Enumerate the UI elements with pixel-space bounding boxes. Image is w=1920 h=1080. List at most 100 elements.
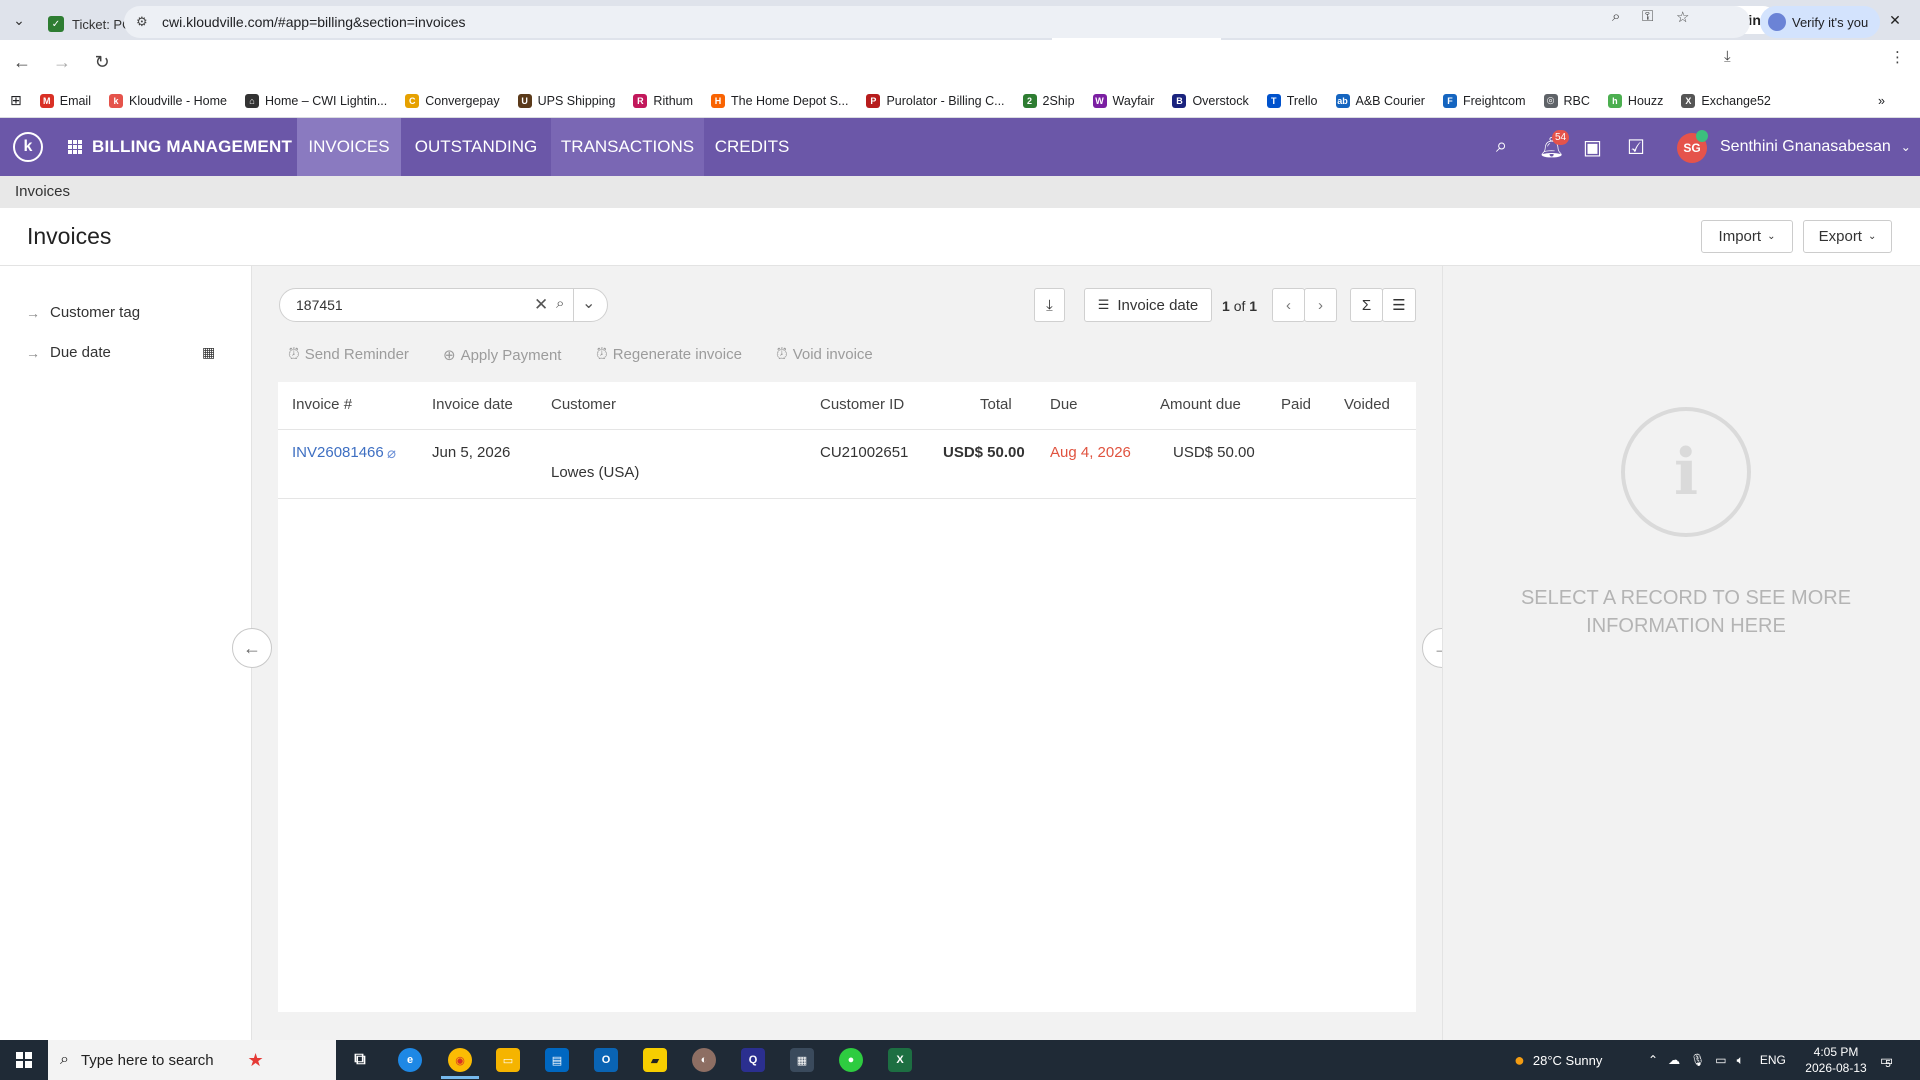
nav-transactions[interactable]: TRANSACTIONS [551, 118, 704, 176]
column-header-amount-due[interactable]: Amount due [1160, 396, 1241, 413]
weather-widget[interactable]: ● 28°C Sunny [1514, 1040, 1602, 1080]
app-switcher[interactable]: BILLING MANAGEMENT [68, 118, 292, 176]
tab-search-chevron-icon[interactable]: ⌄ [0, 0, 38, 40]
password-key-icon[interactable]: ⚿ [1642, 8, 1653, 25]
bookmark-favicon-icon: B [1172, 93, 1187, 108]
bookmark-item[interactable]: W Wayfair [1092, 93, 1154, 108]
next-page-button[interactable]: › [1304, 288, 1337, 322]
chat-icon[interactable]: ● [839, 1048, 863, 1072]
import-button[interactable]: Import ⌄ [1701, 220, 1793, 253]
column-header-due[interactable]: Due [1050, 396, 1078, 413]
column-header-invoice[interactable]: Invoice # [292, 396, 352, 413]
calendar-clock-icon[interactable]: ▣ [1583, 135, 1602, 160]
void-invoice-button[interactable]: ⏰︎ Void invoice [776, 346, 873, 363]
attachment-icon[interactable]: ⌀ [387, 444, 396, 462]
excel-icon[interactable]: X [888, 1048, 912, 1072]
forward-icon[interactable]: → [44, 44, 80, 80]
bookmark-item[interactable]: X Exchange52 [1681, 93, 1771, 108]
bookmark-item[interactable]: ⌂ Home – CWI Lightin... [244, 93, 387, 108]
column-header-voided[interactable]: Voided [1344, 396, 1390, 413]
browser-menu-icon[interactable]: ⋮ [1890, 48, 1905, 66]
start-button[interactable] [0, 1040, 48, 1080]
bookmark-item[interactable]: h Houzz [1607, 93, 1664, 108]
column-header-total[interactable]: Total [980, 396, 1012, 413]
task-view-icon[interactable]: ⧉ [348, 1048, 372, 1072]
totals-button[interactable]: Σ [1350, 288, 1383, 322]
bookmark-item[interactable]: R Rithum [633, 93, 693, 108]
user-menu[interactable]: Senthini Gnanasabesan ⌄ [1720, 118, 1911, 176]
bookmark-item[interactable]: T Trello [1266, 93, 1318, 108]
app-q-icon[interactable]: Q [741, 1048, 765, 1072]
site-info-icon[interactable]: ⚙ [136, 14, 152, 30]
column-header-invoice-date[interactable]: Invoice date [432, 396, 513, 413]
download-icon[interactable]: ⤓ [1724, 48, 1731, 65]
clock[interactable]: 4:05 PM 2026-08-13 [1796, 1044, 1876, 1076]
calculator-icon[interactable]: ▦ [790, 1048, 814, 1072]
search-value[interactable]: 187451 [296, 297, 343, 313]
download-button[interactable]: ⤓ [1034, 288, 1065, 322]
regenerate-invoice-button[interactable]: ⏰︎ Regenerate invoice [596, 346, 742, 363]
bookmark-item[interactable]: M Email [39, 93, 91, 108]
send-reminder-button[interactable]: ⏰︎ Send Reminder [288, 346, 409, 363]
file-explorer-icon[interactable]: ▭ [496, 1048, 520, 1072]
column-header-customer[interactable]: Customer [551, 396, 616, 413]
chevron-down-icon[interactable]: ⌄ [582, 293, 595, 313]
outlook-icon[interactable]: O [594, 1048, 618, 1072]
amount-due: USD$ 50.00 [1173, 444, 1255, 461]
sticky-notes-icon[interactable]: ▰ [643, 1048, 667, 1072]
filter-customer-tag[interactable]: → Customer tag [26, 304, 140, 321]
url-text[interactable]: cwi.kloudville.com/#app=billing&section=… [162, 14, 466, 30]
kloudville-logo[interactable]: k [13, 132, 43, 162]
nav-outstanding[interactable]: OUTSTANDING [401, 118, 551, 176]
bookmark-item[interactable]: ab A&B Courier [1335, 93, 1425, 108]
clear-search-icon[interactable]: ✕ [534, 295, 548, 315]
bookmark-favicon-icon: T [1266, 93, 1281, 108]
column-list-button[interactable]: ☰ [1382, 288, 1416, 322]
app-header: k BILLING MANAGEMENT INVOICES OUTSTANDIN… [0, 118, 1920, 176]
bookmark-favicon-icon: ab [1335, 93, 1350, 108]
system-tray[interactable]: ⌃ ☁ 🎙︎ ▭ 🔈︎ ENG [1648, 1040, 1786, 1080]
nav-invoices[interactable]: INVOICES [297, 118, 401, 176]
column-header-customer-id[interactable]: Customer ID [820, 396, 904, 413]
app-icon[interactable]: ◐ [692, 1048, 716, 1072]
bookmark-item[interactable]: 2 2Ship [1022, 93, 1075, 108]
sort-button[interactable]: ☰ Invoice date [1084, 288, 1212, 322]
omnibox[interactable]: ⚙ cwi.kloudville.com/#app=billing&sectio… [124, 6, 1750, 38]
notification-center-icon[interactable]: ▭ 5 [1880, 1040, 1893, 1080]
breadcrumb[interactable]: Invoices [0, 176, 1920, 208]
bookmark-item[interactable]: C Convergepay [405, 93, 500, 108]
bookmark-label: Houzz [1627, 93, 1664, 108]
column-header-paid[interactable]: Paid [1281, 396, 1311, 413]
apps-grid-icon[interactable]: ⊞ [10, 92, 22, 109]
bookmark-item[interactable]: k Kloudville - Home [109, 93, 227, 108]
taskbar-search-input[interactable]: ⌕ Type here to search ★ [48, 1040, 336, 1080]
invoice-number-link[interactable]: INV26081466 [292, 444, 384, 461]
bookmark-label: 2Ship [1042, 93, 1075, 108]
verify-identity-button[interactable]: Verify it's you [1760, 6, 1881, 38]
store-icon[interactable]: ▤ [545, 1048, 569, 1072]
bookmark-item[interactable]: U UPS Shipping [517, 93, 615, 108]
tasks-checklist-icon[interactable]: ☑ [1627, 135, 1645, 160]
zoom-icon[interactable]: ⌕ [1612, 8, 1620, 25]
more-bookmarks-icon[interactable]: » [1878, 94, 1885, 108]
export-button[interactable]: Export ⌄ [1803, 220, 1892, 253]
reload-icon[interactable]: ↻ [84, 44, 120, 80]
search-icon[interactable]: ⌕ [1496, 135, 1507, 158]
customer-id: CU21002651 [820, 444, 909, 461]
bookmark-item[interactable]: ◎ RBC [1543, 93, 1590, 108]
chrome-icon[interactable]: ◉ [448, 1048, 472, 1072]
collapse-left-button[interactable]: ← [232, 628, 272, 668]
edge-icon[interactable]: e [398, 1048, 422, 1072]
prev-page-button[interactable]: ‹ [1272, 288, 1305, 322]
bookmark-item[interactable]: P Purolator - Billing C... [866, 93, 1005, 108]
filter-due-date[interactable]: → Due date [26, 344, 111, 361]
bookmark-item[interactable]: F Freightcom [1442, 93, 1526, 108]
calendar-icon[interactable]: ▦ [202, 344, 215, 361]
bookmark-star-icon[interactable]: ☆ [1676, 8, 1689, 26]
bookmark-item[interactable]: B Overstock [1172, 93, 1249, 108]
back-icon[interactable]: ← [4, 44, 40, 80]
apply-payment-button[interactable]: ⊕ Apply Payment [443, 346, 561, 365]
nav-credits[interactable]: CREDITS [704, 118, 800, 176]
search-icon[interactable]: ⌕ [556, 295, 564, 312]
bookmark-item[interactable]: H The Home Depot S... [711, 93, 848, 108]
